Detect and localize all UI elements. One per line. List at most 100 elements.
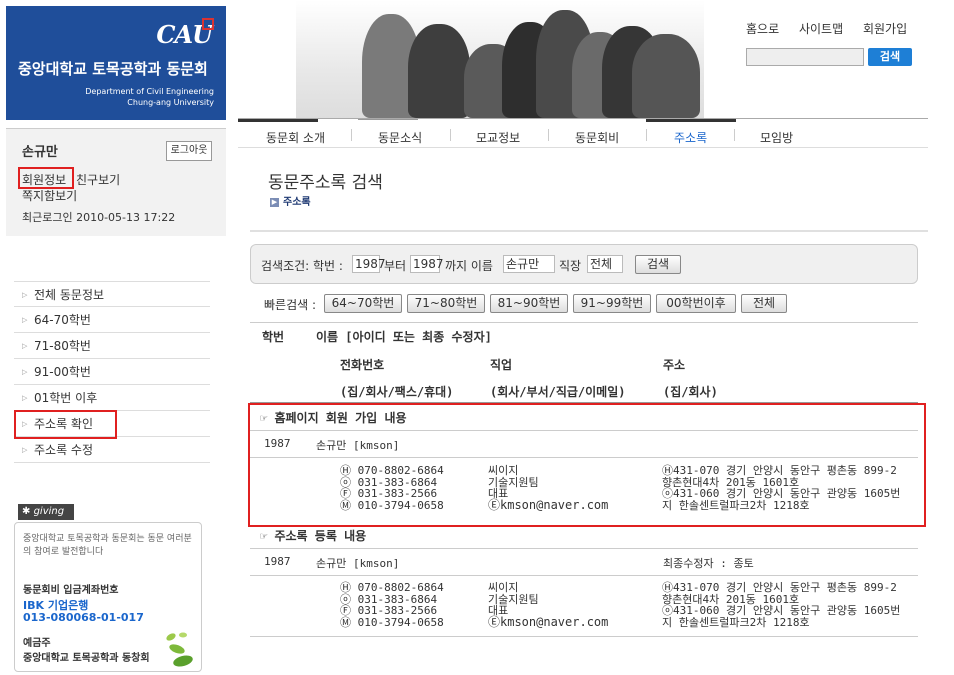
nav-intro[interactable]: 동문회 소개 [266, 129, 325, 146]
quick-71-80-button[interactable]: 71~80학번 [407, 294, 485, 313]
addr-office: ⓞ431-060 경기 안양시 동안구 관양동 1605번 [662, 604, 901, 617]
subtitle-line-2: Chung-ang University [127, 98, 214, 107]
nav-divider-bar [238, 119, 318, 122]
giving-box: 중앙대학교 토목공학과 동문회는 동문 여러분의 참여로 발전합니다 동문회비 … [14, 522, 202, 672]
table-top-line [250, 322, 918, 323]
nav-separator [450, 129, 451, 141]
arrow-right-icon: ▷ [22, 394, 28, 402]
nav-separator [351, 129, 352, 141]
side-item-01-after[interactable]: ▷ 01학번 이후 [14, 385, 210, 411]
until-label: 까지 이름 [445, 259, 493, 273]
section2-year: 1987 [264, 555, 291, 568]
nav-meetings[interactable]: 모임방 [760, 129, 793, 146]
highlight-box [14, 410, 117, 439]
home-link[interactable]: 홈으로 [746, 22, 779, 36]
side-item-label: 91-00학번 [34, 365, 91, 379]
nav-separator [548, 129, 549, 141]
nav-fees[interactable]: 동문회비 [575, 129, 619, 146]
side-item-label: 전체 동문정보 [34, 288, 105, 302]
row-line [250, 575, 918, 576]
side-item-91-00[interactable]: ▷ 91-00학번 [14, 359, 210, 385]
leaf-icon [166, 632, 193, 667]
friends-link[interactable]: 친구보기 [76, 171, 120, 188]
site-logo[interactable]: CAU 중앙대학교 토목공학과 동문회 Department of Civil … [6, 6, 226, 120]
col-job-header: 직업 [490, 358, 513, 372]
col-addr-header: 주소 [663, 358, 686, 372]
quick-81-90-button[interactable]: 81~90학번 [490, 294, 568, 313]
search-conditions: 검색조건: 학번 : 1987 부터 1987 까지 이름 손규만 직장 전체 … [250, 244, 918, 284]
signup-link[interactable]: 회원가입 [863, 22, 907, 36]
phone-mobile: Ⓜ 010-3794-0658 [340, 615, 444, 629]
section-address-registration-title: ☞ 주소록 등록 내용 [260, 529, 367, 543]
year-to-field[interactable]: 1987 [410, 255, 444, 273]
title-divider [250, 230, 928, 232]
nav-news[interactable]: 동문소식 [378, 129, 422, 146]
quick-91-99-button[interactable]: 91~99학번 [573, 294, 651, 313]
section2-name: 손규만 [kmson] [316, 557, 400, 570]
phone-home: Ⓗ 070-8802-6864 [340, 581, 444, 594]
giving-description: 중앙대학교 토목공학과 동문회는 동문 여러분의 참여로 발전합니다 [23, 534, 192, 557]
arrow-right-icon: ▷ [22, 316, 28, 324]
holder-label: 예금주 [23, 638, 51, 649]
side-item-label: 01학번 이후 [34, 391, 98, 405]
user-name: 손규만 [22, 145, 58, 160]
alumni-figure [408, 24, 470, 118]
job-label: 직장 [559, 259, 582, 273]
side-item-label: 71-80학번 [34, 339, 91, 353]
col-year-header: 학번 [262, 330, 285, 344]
quick-00-after-button[interactable]: 00학번이후 [656, 294, 736, 313]
col-phone-header: 전화번호 [340, 358, 385, 372]
sitemap-link[interactable]: 사이트맵 [799, 22, 843, 36]
arrow-right-icon: ▷ [22, 446, 28, 454]
site-subtitle: Department of Civil Engineering Chung-an… [85, 86, 214, 108]
col-name-header: 이름 [아이디 또는 최종 수정자] [316, 330, 492, 344]
name-field[interactable]: 손규만 [503, 255, 555, 273]
year-from-field[interactable]: 1987 [352, 255, 386, 273]
nav-separator [734, 129, 735, 141]
alumni-figure [632, 34, 700, 118]
notes-link[interactable]: 쪽지함보기 [22, 187, 77, 204]
quick-64-70-button[interactable]: 64~70학번 [324, 294, 402, 313]
quick-all-button[interactable]: 전체 [741, 294, 787, 313]
section2-jobs: 씨이지 기술지원팀 대표 Ⓔkmson@naver.com [488, 582, 608, 628]
search-button[interactable]: 검색 [868, 48, 912, 66]
col-phone-sub: (집/회사/팩스/휴대) [340, 385, 454, 399]
giving-panel: ✱ giving 중앙대학교 토목공학과 동문회는 동문 여러분의 참여로 발전… [14, 504, 202, 674]
side-item-71-80[interactable]: ▷ 71-80학번 [14, 333, 210, 359]
nav-address-book[interactable]: 주소록 [674, 129, 707, 146]
section2-modifier: 최종수정자 : 종토 [663, 557, 754, 570]
main-nav: 동문회 소개 동문소식 모교정보 동문회비 주소록 모임방 [238, 118, 928, 148]
header-photo [296, 0, 704, 118]
search-input[interactable] [746, 48, 864, 66]
quick-search-label: 빠른검색 : [264, 298, 317, 312]
phone-fax: Ⓕ 031-383-2566 [340, 604, 438, 617]
addr-office-detail: 지 한솔센트럴파크2차 1218호 [662, 615, 810, 629]
side-item-all[interactable]: ▷ 전체 동문정보 [14, 281, 210, 307]
site-title: 중앙대학교 토목공학과 동문회 [18, 60, 208, 78]
highlight-box [248, 403, 926, 527]
arrow-right-icon: ▷ [22, 291, 28, 299]
job-email[interactable]: Ⓔkmson@naver.com [488, 616, 608, 629]
arrow-right-icon: ▷ [22, 342, 28, 350]
top-links: 홈으로 사이트맵 회원가입 [746, 20, 923, 37]
subtitle-line-1: Department of Civil Engineering [85, 87, 214, 96]
table-bottom-line [250, 636, 918, 637]
addr-home: Ⓗ431-070 경기 안양시 동안구 평촌동 899-2 [662, 581, 897, 594]
col-addr-sub: (집/회사) [663, 385, 718, 399]
breadcrumb-label: 주소록 [283, 197, 311, 208]
breadcrumb[interactable]: ▶ 주소록 [270, 193, 311, 208]
giving-tag-label: giving [33, 506, 65, 517]
nav-school[interactable]: 모교정보 [476, 129, 520, 146]
side-item-address-edit[interactable]: ▷ 주소록 수정 [14, 437, 210, 463]
from-label: 부터 [384, 259, 407, 273]
condition-search-button[interactable]: 검색 [635, 255, 681, 274]
side-item-64-70[interactable]: ▷ 64-70학번 [14, 307, 210, 333]
arrow-right-icon: ▷ [22, 368, 28, 376]
section2-phones: Ⓗ 070-8802-6864 ⓞ 031-383-6864 Ⓕ 031-383… [340, 582, 444, 628]
job-field[interactable]: 전체 [587, 255, 623, 273]
logout-button[interactable]: 로그아웃 [166, 141, 212, 161]
account-label: 동문회비 입금계좌번호 [23, 585, 119, 596]
last-login-text: 최근로그인 2010-05-13 17:22 [22, 211, 176, 224]
breadcrumb-arrow-icon: ▶ [270, 197, 279, 207]
login-panel: 손규만 로그아웃 쪽지함보기 회원정보 친구보기 최근로그인 2010-05-1… [6, 128, 226, 236]
